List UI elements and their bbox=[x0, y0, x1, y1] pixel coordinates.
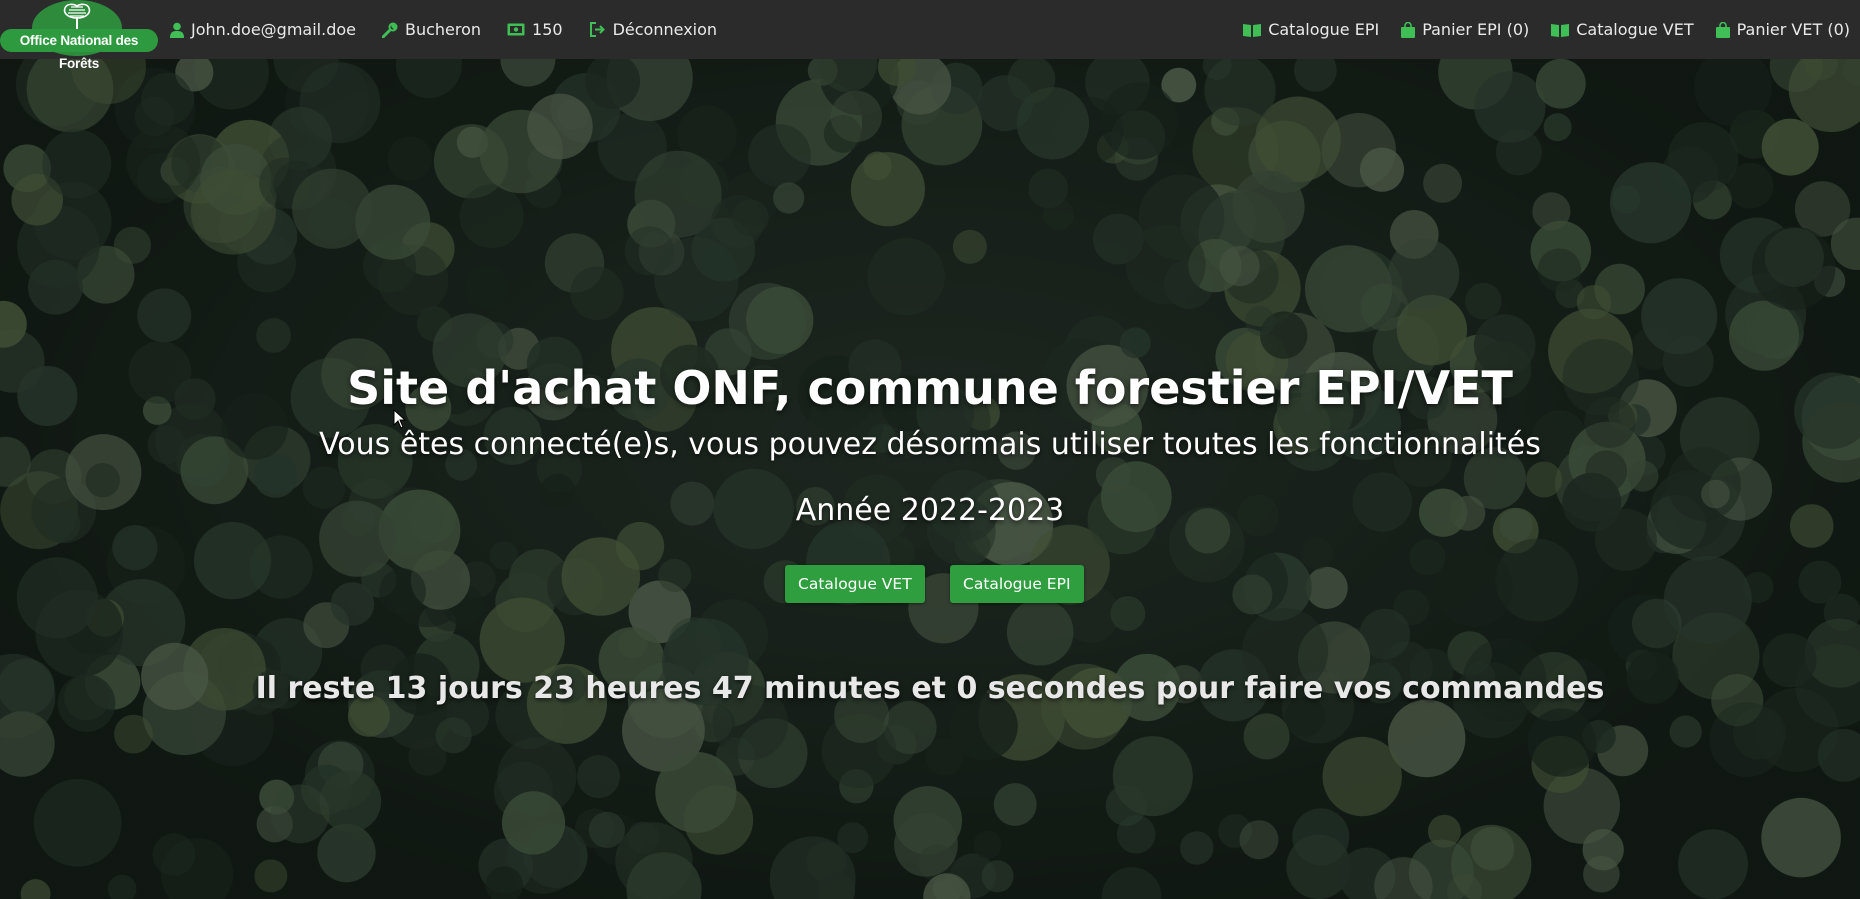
hero-content: Site d'achat ONF, commune forestier EPI/… bbox=[0, 59, 1860, 899]
nav-catalogue-epi[interactable]: Catalogue EPI bbox=[1243, 20, 1379, 39]
nav-user-email[interactable]: John.doe@gmail.doe bbox=[170, 20, 356, 39]
sign-out-icon bbox=[589, 22, 605, 37]
nav-profession[interactable]: Bucheron bbox=[381, 20, 482, 39]
nav-profession-label: Bucheron bbox=[404, 20, 482, 39]
season-year: Année 2022-2023 bbox=[795, 493, 1065, 528]
shopping-bag-icon bbox=[1401, 21, 1416, 38]
nav-catalogue-vet[interactable]: Catalogue VET bbox=[1551, 20, 1694, 39]
nav-panier-vet[interactable]: Panier VET (0) bbox=[1715, 20, 1850, 39]
book-icon bbox=[1551, 23, 1570, 37]
user-icon bbox=[170, 22, 184, 38]
brand-name: Office National des Forêts bbox=[0, 29, 158, 71]
top-navbar: Office National des Forêts John.doe@gmai… bbox=[0, 0, 1860, 71]
catalogue-vet-button[interactable]: Catalogue VET bbox=[785, 565, 925, 603]
shopping-bag-icon bbox=[1715, 21, 1730, 38]
nav-credit[interactable]: 150 bbox=[507, 20, 563, 39]
nav-catalogue-vet-label: Catalogue VET bbox=[1576, 20, 1694, 39]
money-icon bbox=[507, 23, 525, 36]
order-countdown: Il reste 13 jours 23 heures 47 minutes e… bbox=[255, 671, 1605, 706]
catalogue-epi-button[interactable]: Catalogue EPI bbox=[950, 565, 1084, 603]
mouse-cursor-icon bbox=[393, 409, 407, 429]
onf-logo[interactable]: Office National des Forêts bbox=[0, 0, 158, 71]
nav-credit-label: 150 bbox=[532, 20, 563, 39]
nav-panier-vet-label: Panier VET (0) bbox=[1736, 20, 1850, 39]
nav-panier-epi-label: Panier EPI (0) bbox=[1422, 20, 1530, 39]
nav-logout-label: Déconnexion bbox=[612, 20, 718, 39]
page-title: Site d'achat ONF, commune forestier EPI/… bbox=[347, 361, 1513, 415]
wrench-icon bbox=[381, 22, 398, 38]
nav-logout[interactable]: Déconnexion bbox=[589, 20, 717, 39]
hero-forest-background: Site d'achat ONF, commune forestier EPI/… bbox=[0, 59, 1860, 899]
nav-catalogue-epi-label: Catalogue EPI bbox=[1268, 20, 1380, 39]
nav-panier-epi[interactable]: Panier EPI (0) bbox=[1401, 20, 1529, 39]
login-status-message: Vous êtes connecté(e)s, vous pouvez déso… bbox=[319, 427, 1541, 462]
nav-user-email-label: John.doe@gmail.doe bbox=[191, 20, 356, 39]
book-icon bbox=[1243, 23, 1262, 37]
